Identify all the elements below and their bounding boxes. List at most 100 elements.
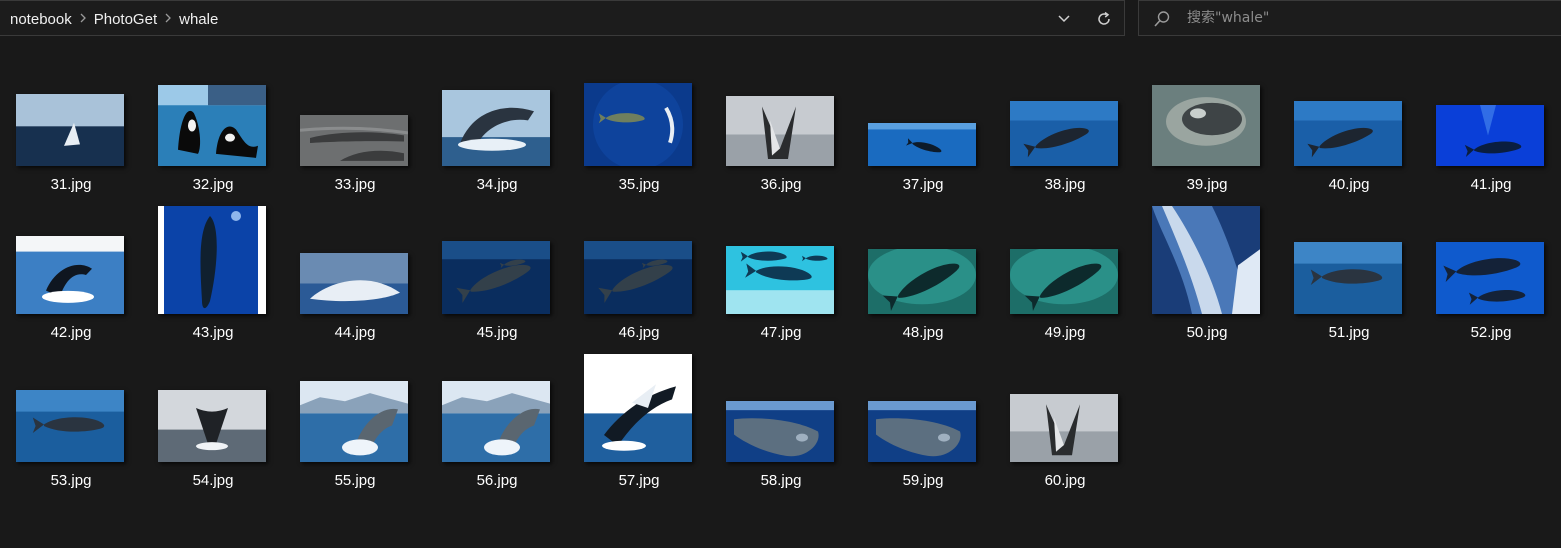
- thumbnail-image[interactable]: [300, 381, 408, 462]
- thumbnail-container: [726, 164, 834, 314]
- file-item[interactable]: 56.jpg: [426, 312, 568, 489]
- thumbnail-image[interactable]: [726, 96, 834, 166]
- breadcrumb-notebook[interactable]: notebook: [10, 11, 72, 28]
- thumbnail-image[interactable]: [300, 253, 408, 314]
- file-item[interactable]: 45.jpg: [426, 164, 568, 341]
- thumbnail-image[interactable]: [1010, 249, 1118, 314]
- thumbnail-image[interactable]: [1152, 206, 1260, 314]
- thumbnail-container: [442, 312, 550, 462]
- search-icon: [1154, 11, 1170, 27]
- thumbnail-container: [1010, 42, 1118, 166]
- thumbnail-container: [1294, 164, 1402, 314]
- thumbnail-container: [1152, 164, 1260, 314]
- thumbnail-image[interactable]: [442, 90, 550, 166]
- file-name: 57.jpg: [618, 472, 660, 489]
- thumbnail-container: [584, 164, 692, 314]
- thumbnail-container: [158, 312, 266, 462]
- file-name: 58.jpg: [760, 472, 802, 489]
- thumbnail-container: [442, 42, 550, 166]
- thumbnail-container: [16, 312, 124, 462]
- thumbnail-image[interactable]: [726, 246, 834, 314]
- file-name: 51.jpg: [1328, 324, 1370, 341]
- file-item[interactable]: 51.jpg: [1278, 164, 1420, 341]
- thumbnail-image[interactable]: [1436, 242, 1544, 314]
- file-item[interactable]: 55.jpg: [284, 312, 426, 489]
- search-input[interactable]: [1187, 1, 1547, 35]
- file-item[interactable]: 42.jpg: [0, 164, 142, 341]
- toolbar: notebook PhotoGet whale: [0, 0, 1561, 43]
- thumbnail-container: [1436, 164, 1544, 314]
- file-item[interactable]: 49.jpg: [994, 164, 1136, 341]
- thumbnail-container: [158, 164, 266, 314]
- thumbnail-container: [868, 42, 976, 166]
- thumbnail-container: [1436, 42, 1544, 166]
- thumbnail-image[interactable]: [868, 123, 976, 166]
- thumbnail-container: [584, 312, 692, 462]
- refresh-icon: [1098, 11, 1110, 25]
- thumbnail-image[interactable]: [1152, 85, 1260, 166]
- thumbnail-image[interactable]: [1010, 101, 1118, 166]
- file-item[interactable]: 47.jpg: [710, 164, 852, 341]
- file-item[interactable]: 44.jpg: [284, 164, 426, 341]
- thumbnail-image[interactable]: [868, 249, 976, 314]
- file-item[interactable]: 43.jpg: [142, 164, 284, 341]
- thumbnail-image[interactable]: [16, 390, 124, 462]
- thumbnail-container: [726, 42, 834, 166]
- address-bar[interactable]: notebook PhotoGet whale: [0, 0, 1125, 36]
- thumbnail-image[interactable]: [584, 241, 692, 314]
- file-item[interactable]: 58.jpg: [710, 312, 852, 489]
- file-name: 60.jpg: [1044, 472, 1086, 489]
- thumbnail-image[interactable]: [1436, 105, 1544, 166]
- thumbnail-container: [442, 164, 550, 314]
- thumbnail-image[interactable]: [442, 381, 550, 462]
- file-name: 52.jpg: [1470, 324, 1512, 341]
- thumbnail-image[interactable]: [584, 83, 692, 166]
- chevron-right-icon[interactable]: [157, 12, 179, 26]
- thumbnail-image[interactable]: [584, 354, 692, 462]
- file-name: 59.jpg: [902, 472, 944, 489]
- chevron-right-icon[interactable]: [72, 12, 94, 26]
- thumbnail-image[interactable]: [158, 85, 266, 166]
- file-name: 50.jpg: [1186, 324, 1228, 341]
- thumbnail-image[interactable]: [726, 401, 834, 462]
- breadcrumb-whale[interactable]: whale: [179, 11, 218, 28]
- thumbnail-image[interactable]: [158, 206, 266, 314]
- file-grid: 31.jpg 32.jpg 33.jpg 34.jpg 35.jpg 36.jpg 37…: [0, 43, 1561, 548]
- file-item[interactable]: 54.jpg: [142, 312, 284, 489]
- thumbnail-image[interactable]: [1294, 101, 1402, 166]
- file-item[interactable]: 52.jpg: [1420, 164, 1561, 341]
- breadcrumb: notebook PhotoGet whale: [10, 1, 218, 37]
- thumbnail-container: [1294, 42, 1402, 166]
- thumbnail-container: [1010, 312, 1118, 462]
- file-item[interactable]: 59.jpg: [852, 312, 994, 489]
- file-name: 55.jpg: [334, 472, 376, 489]
- file-item[interactable]: 46.jpg: [568, 164, 710, 341]
- thumbnail-image[interactable]: [16, 236, 124, 314]
- thumbnail-container: [16, 164, 124, 314]
- thumbnail-container: [300, 42, 408, 166]
- file-item[interactable]: 60.jpg: [994, 312, 1136, 489]
- thumbnail-image[interactable]: [442, 241, 550, 314]
- thumbnail-image[interactable]: [1294, 242, 1402, 314]
- thumbnail-container: [726, 312, 834, 462]
- thumbnail-image[interactable]: [868, 401, 976, 462]
- thumbnail-container: [1152, 42, 1260, 166]
- address-dropdown-button[interactable]: [1048, 1, 1080, 37]
- thumbnail-image[interactable]: [1010, 394, 1118, 462]
- thumbnail-image[interactable]: [158, 390, 266, 462]
- file-item[interactable]: 57.jpg: [568, 312, 710, 489]
- thumbnail-container: [158, 42, 266, 166]
- thumbnail-image[interactable]: [16, 94, 124, 166]
- file-item[interactable]: 48.jpg: [852, 164, 994, 341]
- thumbnail-container: [868, 164, 976, 314]
- thumbnail-container: [868, 312, 976, 462]
- file-item[interactable]: 50.jpg: [1136, 164, 1278, 341]
- thumbnail-container: [16, 42, 124, 166]
- refresh-button[interactable]: [1088, 1, 1120, 37]
- chevron-down-icon: [1058, 15, 1070, 23]
- search-box[interactable]: [1138, 0, 1561, 36]
- thumbnail-image[interactable]: [300, 115, 408, 166]
- file-item[interactable]: 53.jpg: [0, 312, 142, 489]
- breadcrumb-photoget[interactable]: PhotoGet: [94, 11, 157, 28]
- file-name: 54.jpg: [192, 472, 234, 489]
